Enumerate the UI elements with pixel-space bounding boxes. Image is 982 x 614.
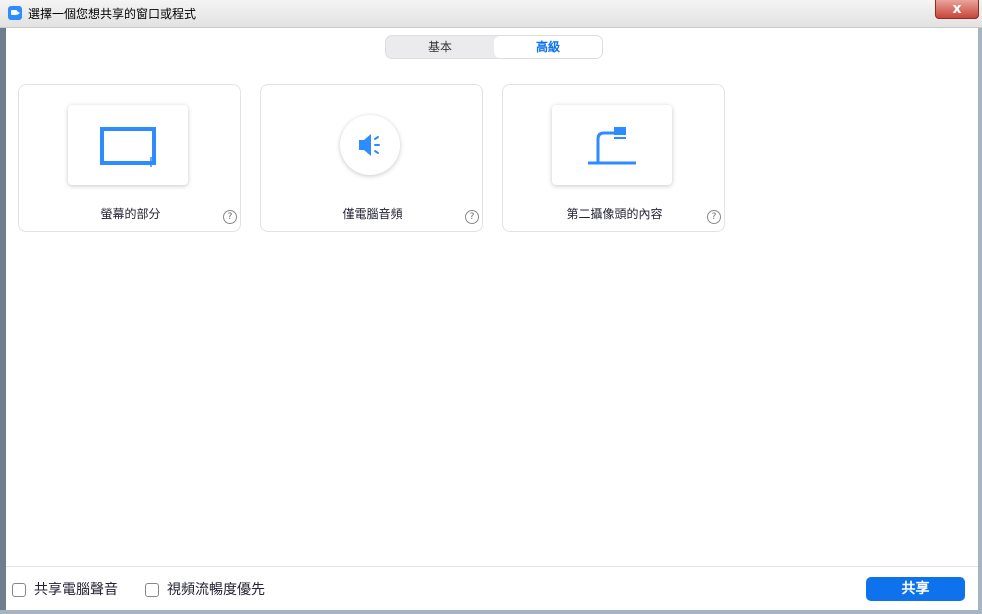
speaker-icon xyxy=(359,134,380,156)
option-computer-audio[interactable]: 僅電腦音頻 ? xyxy=(260,84,483,232)
optimize-video-option[interactable]: 視頻流暢度優先 xyxy=(145,580,265,600)
option-label: 僅電腦音頻 xyxy=(342,207,403,221)
option-thumbnail xyxy=(68,105,188,185)
share-button[interactable]: 共享 xyxy=(866,577,965,601)
share-computer-sound-label: 共享電腦聲音 xyxy=(34,582,118,598)
footer-divider xyxy=(6,566,978,567)
window-border xyxy=(0,610,982,614)
option-label: 第二攝像頭的內容 xyxy=(566,207,663,221)
optimize-video-label: 視頻流暢度優先 xyxy=(167,582,265,598)
close-button[interactable]: x xyxy=(935,0,979,19)
tab-basic[interactable]: 基本 xyxy=(386,36,494,58)
option-second-camera[interactable]: 第二攝像頭的內容 ? xyxy=(502,84,725,232)
tab-bar: 基本 高級 xyxy=(385,35,603,59)
share-computer-sound-option[interactable]: 共享電腦聲音 xyxy=(12,580,118,600)
window-title: 選擇一個您想共享的窗口或程式 xyxy=(28,7,197,21)
help-icon[interactable]: ? xyxy=(465,210,479,224)
share-dialog: 基本 高級 螢幕的部分 ? 僅電腦音頻 ? 第二攝像頭的內容 ? 共享電腦聲音 … xyxy=(6,28,978,610)
document-camera-icon xyxy=(588,127,636,165)
optimize-video-checkbox[interactable] xyxy=(145,583,159,597)
option-thumbnail xyxy=(552,105,672,185)
option-thumbnail xyxy=(340,115,400,175)
screen-portion-icon xyxy=(100,127,156,167)
option-label: 螢幕的部分 xyxy=(100,207,161,221)
help-icon[interactable]: ? xyxy=(223,210,237,224)
tab-advanced[interactable]: 高級 xyxy=(494,36,602,58)
option-screen-portion[interactable]: 螢幕的部分 ? xyxy=(18,84,241,232)
window-border xyxy=(978,28,982,614)
help-icon[interactable]: ? xyxy=(707,210,721,224)
zoom-app-icon xyxy=(8,6,22,20)
share-computer-sound-checkbox[interactable] xyxy=(12,583,26,597)
title-bar: 選擇一個您想共享的窗口或程式 x xyxy=(0,0,982,28)
